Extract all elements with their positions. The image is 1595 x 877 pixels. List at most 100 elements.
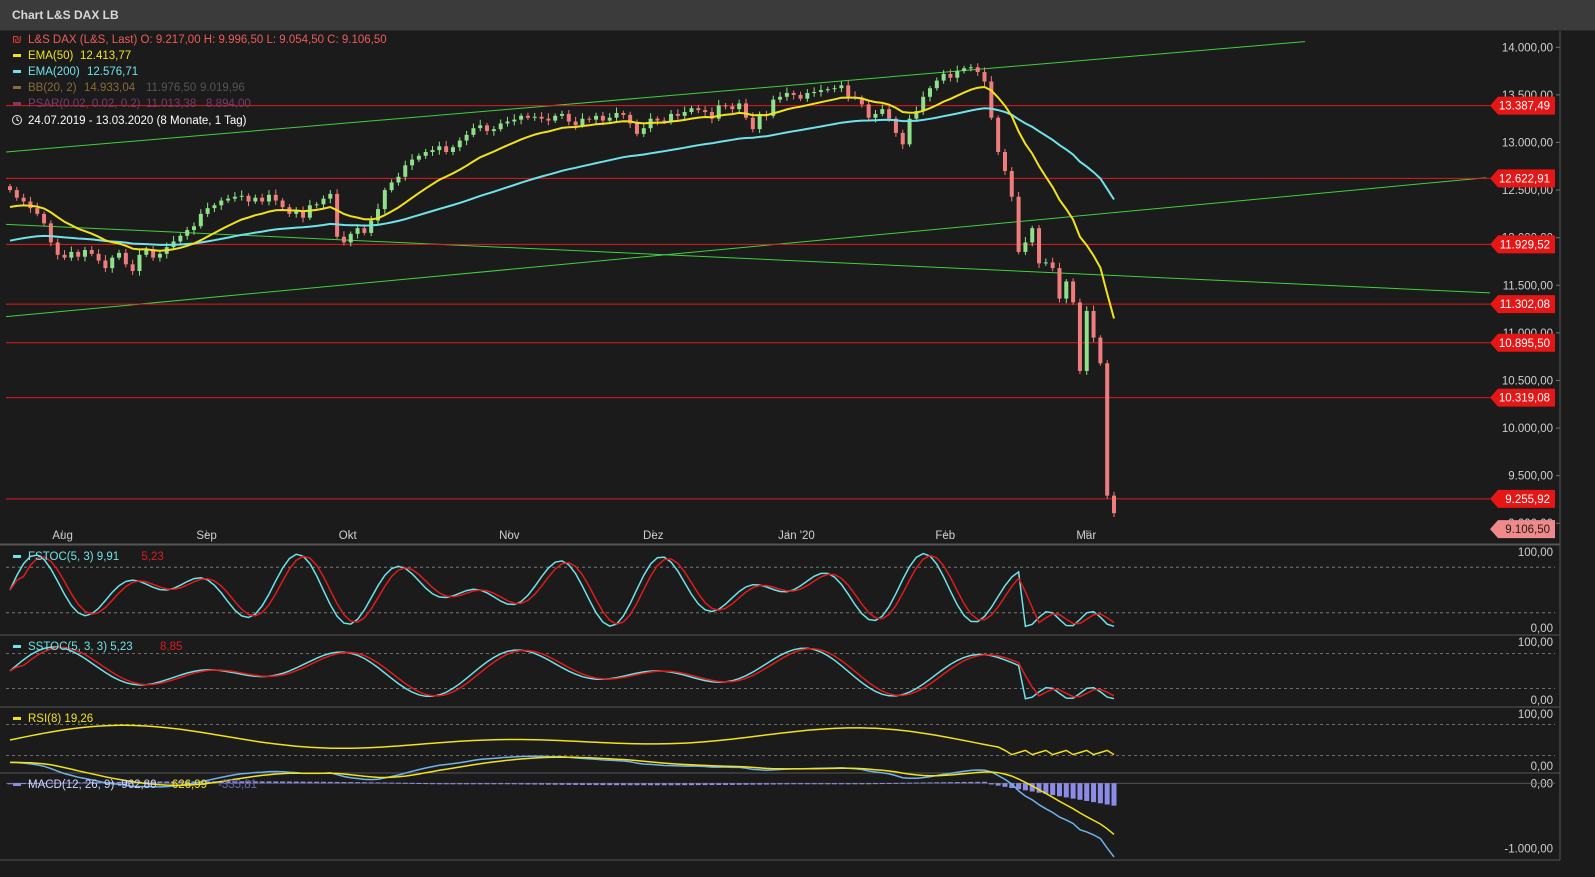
candle-body bbox=[117, 252, 122, 258]
macd-hist-bar bbox=[586, 783, 592, 786]
macd-hist-bar bbox=[1104, 783, 1110, 805]
candle-body bbox=[634, 123, 639, 134]
candle-body bbox=[825, 89, 830, 91]
candle-body bbox=[362, 228, 367, 233]
macd-hist-bar bbox=[614, 783, 620, 786]
macd-legend-swatch bbox=[13, 783, 21, 786]
candle-body bbox=[185, 230, 190, 236]
candle-body bbox=[192, 226, 196, 231]
macd-hist-bar bbox=[975, 781, 981, 784]
macd-hist-bar bbox=[300, 781, 306, 784]
macd-hist-bar bbox=[525, 783, 531, 785]
macd-hist-bar bbox=[852, 783, 858, 785]
candle-body bbox=[341, 236, 346, 243]
level-label: 10.895,50 bbox=[1499, 338, 1550, 350]
candle-body bbox=[696, 108, 701, 111]
macd-hist-bar bbox=[982, 781, 988, 784]
panel-tick-label: 0,00 bbox=[1531, 778, 1553, 790]
candle-body bbox=[1071, 281, 1076, 303]
macd-hist-bar bbox=[1002, 783, 1008, 787]
candle-body bbox=[14, 190, 19, 198]
y-tick-label: 10.000,00 bbox=[1502, 423, 1553, 435]
x-month-label: Sep bbox=[196, 530, 216, 542]
candle-body bbox=[641, 128, 646, 134]
candle-body bbox=[614, 112, 619, 118]
x-month-label: Nov bbox=[499, 530, 520, 542]
macd-hist-bar bbox=[314, 781, 320, 784]
macd-hist-bar bbox=[320, 781, 326, 784]
candle-body bbox=[478, 125, 483, 129]
macd-hist-bar bbox=[900, 782, 906, 784]
candle-body bbox=[907, 118, 912, 145]
macd-hist-bar bbox=[968, 781, 974, 784]
candle-body bbox=[110, 257, 115, 269]
macd-hist-bar bbox=[872, 783, 878, 785]
macd-hist-bar bbox=[750, 783, 756, 785]
candle-body bbox=[580, 118, 585, 126]
y-tick-label: 14.000,00 bbox=[1502, 42, 1553, 54]
candle-body bbox=[594, 115, 599, 120]
macd-hist-bar bbox=[893, 782, 899, 784]
candle-body bbox=[505, 121, 510, 124]
candle-body bbox=[546, 118, 551, 121]
candle-body bbox=[968, 67, 973, 69]
macd-legend: MACD(12, 26, 9) -962,80 bbox=[28, 779, 156, 791]
macd-hist-bar bbox=[566, 783, 572, 785]
macd-hist-bar bbox=[1084, 783, 1090, 801]
panel-tick-label: -1.000,00 bbox=[1504, 844, 1553, 856]
macd-hist-bar bbox=[450, 783, 456, 785]
macd-hist-bar bbox=[763, 783, 769, 785]
macd-hist-bar bbox=[927, 782, 933, 784]
candle-body bbox=[1112, 495, 1116, 514]
macd-hist-bar bbox=[675, 783, 681, 786]
macd-hist-bar bbox=[695, 783, 701, 786]
macd-hist-bar bbox=[532, 783, 538, 785]
macd-hist-bar bbox=[688, 783, 694, 786]
macd-hist-bar bbox=[266, 781, 272, 784]
rsi-legend: RSI(8) 19,26 bbox=[28, 713, 93, 725]
legend-bb-name: BB(20, 2) bbox=[28, 82, 77, 94]
candle-body bbox=[76, 251, 81, 257]
macd-hist-bar bbox=[498, 783, 504, 785]
candle-body bbox=[955, 71, 960, 78]
candle-body bbox=[832, 88, 837, 90]
macd-hist-bar bbox=[886, 782, 892, 784]
macd-hist-bar bbox=[395, 782, 401, 784]
macd-hist-bar bbox=[293, 781, 299, 784]
y-tick-label: 13.000,00 bbox=[1502, 137, 1553, 149]
candle-body bbox=[198, 213, 203, 227]
level-label: 12.622,91 bbox=[1499, 173, 1550, 185]
macd-hist-bar bbox=[436, 783, 442, 785]
rsi-legend-swatch bbox=[13, 717, 21, 720]
macd-hist-bar bbox=[920, 782, 926, 784]
candle-body bbox=[887, 109, 892, 119]
y-tick-label: 11.500,00 bbox=[1503, 280, 1553, 292]
macd-hist-bar bbox=[430, 783, 436, 785]
candle-body bbox=[525, 115, 530, 118]
level-label: 11.929,52 bbox=[1500, 239, 1550, 251]
candle-body bbox=[273, 194, 278, 201]
level-label: 10.319,08 bbox=[1499, 393, 1550, 405]
candle-body bbox=[1105, 363, 1110, 496]
candle-body bbox=[607, 117, 612, 121]
candle-body bbox=[996, 117, 1001, 152]
chart-background bbox=[0, 31, 1595, 877]
chart-canvas[interactable]: 14.000,0013.500,0013.000,0012.500,0012.0… bbox=[0, 0, 1595, 877]
macd-hist-bar bbox=[913, 782, 919, 784]
candle-body bbox=[1009, 171, 1014, 197]
legend-main: L&S DAX (L&S, Last) O: 9.217,00 H: 9.996… bbox=[28, 34, 387, 46]
macd-hist-bar bbox=[661, 783, 667, 786]
candle-body bbox=[280, 200, 285, 208]
candle-body bbox=[730, 106, 735, 110]
macd-hist-bar bbox=[818, 783, 824, 785]
macd-hist-bar bbox=[838, 783, 844, 785]
candle-body bbox=[675, 113, 680, 116]
candle-body bbox=[723, 105, 728, 107]
macd-hist-bar bbox=[1050, 783, 1056, 796]
candle-body bbox=[560, 113, 564, 116]
candle-body bbox=[553, 115, 558, 121]
candle-body bbox=[1057, 268, 1062, 299]
candle-body bbox=[682, 112, 687, 116]
x-month-label: Feb bbox=[935, 530, 955, 542]
candle-body bbox=[444, 146, 449, 152]
